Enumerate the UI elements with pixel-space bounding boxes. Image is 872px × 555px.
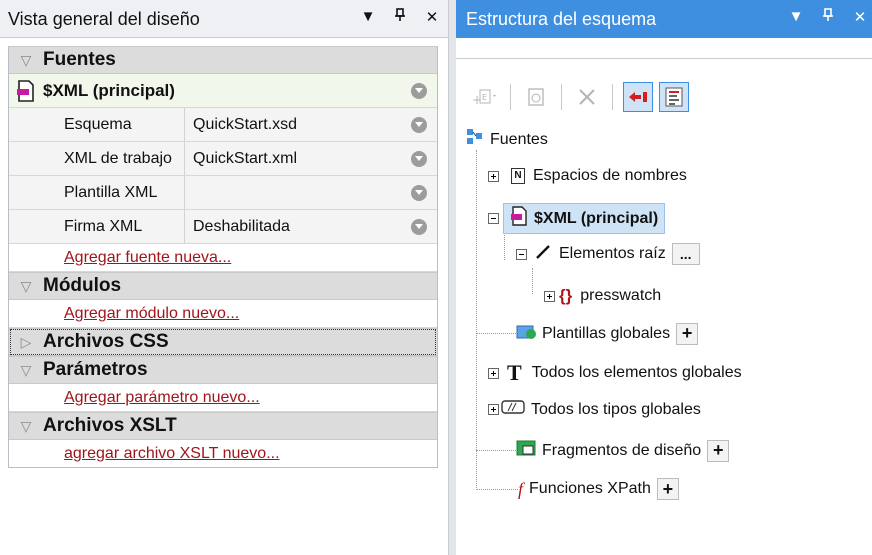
working-xml-menu-icon[interactable] (411, 150, 427, 167)
group-modulos[interactable]: ▽ Módulos (9, 272, 437, 300)
sync-left-icon[interactable] (623, 82, 653, 112)
add-xpath-function-button[interactable]: + (656, 478, 679, 500)
add-global-template-button[interactable]: + (676, 322, 699, 345)
dropdown-icon[interactable]: ▼ (788, 8, 804, 26)
tree-node-all-global-types[interactable]: Todos los tipos globales (488, 399, 701, 420)
source-main[interactable]: $XML (principal) (9, 74, 437, 108)
xpath-function-icon: f (518, 478, 524, 499)
add-source-row: Agregar fuente nueva... (9, 244, 437, 272)
sources-icon (466, 128, 484, 151)
tree-node-sources[interactable]: Fuentes (466, 128, 548, 151)
expand-icon[interactable] (544, 290, 555, 302)
prop-xml-signature[interactable]: Firma XML Deshabilitada (9, 210, 437, 244)
dropdown-icon[interactable]: ▼ (360, 8, 376, 26)
schema-menu-icon[interactable] (411, 116, 427, 133)
properties-icon[interactable] (521, 82, 551, 112)
group-css[interactable]: ▷ Archivos CSS (9, 328, 437, 356)
group-xslt[interactable]: ▽ Archivos XSLT (9, 412, 437, 440)
tree-node-xpath-functions[interactable]: f Funciones XPath + (518, 478, 679, 500)
element-braces-icon: {} (559, 286, 573, 305)
xml-source-icon (9, 79, 43, 102)
delete-icon[interactable] (572, 82, 602, 112)
global-templates-icon (516, 322, 538, 345)
pin-icon[interactable] (392, 8, 408, 26)
source-menu-icon[interactable] (411, 82, 427, 99)
collapse-icon[interactable] (488, 213, 499, 224)
schema-tree-title-bar: Estructura del esquema ▼ ✕ (456, 0, 872, 38)
add-element-icon[interactable]: + E (470, 82, 500, 112)
add-design-fragment-button[interactable]: + (707, 439, 730, 462)
add-xslt-row: agregar archivo XSLT nuevo... (9, 440, 437, 468)
add-xslt-link[interactable]: agregar archivo XSLT nuevo... (64, 445, 280, 463)
design-overview-title-bar: Vista general del diseño ▼ ✕ (0, 0, 448, 38)
tree-node-all-global-elements[interactable]: T Todos los elementos globales (488, 360, 742, 386)
more-button[interactable]: ... (671, 243, 700, 265)
sort-tree-icon[interactable] (659, 82, 689, 112)
add-param-row: Agregar parámetro nuevo... (9, 384, 437, 412)
tree-node-root-elements[interactable]: Elementos raíz ... (516, 243, 700, 265)
text-t-icon: T (507, 360, 522, 385)
xml-source-icon (510, 206, 528, 231)
prop-schema[interactable]: Esquema QuickStart.xsd (9, 108, 437, 142)
xml-template-menu-icon[interactable] (411, 184, 427, 201)
tree-node-namespaces[interactable]: N Espacios de nombres (488, 167, 687, 185)
tree-node-presswatch[interactable]: {} presswatch (544, 286, 661, 306)
close-icon[interactable]: ✕ (852, 8, 868, 26)
xml-signature-menu-icon[interactable] (411, 218, 427, 235)
schema-toolbar: + E (470, 80, 689, 114)
schema-tree-panel: Estructura del esquema ▼ ✕ + E Fuentes N… (456, 0, 872, 555)
prop-working-xml[interactable]: XML de trabajo QuickStart.xml (9, 142, 437, 176)
svg-text:E: E (482, 93, 487, 102)
prop-xml-template[interactable]: Plantilla XML (9, 176, 437, 210)
collapse-icon[interactable]: ▽ (9, 278, 43, 295)
design-overview-panel: Vista general del diseño ▼ ✕ ▽ Fuentes $… (0, 0, 448, 555)
design-fragments-icon (516, 438, 538, 463)
expand-icon[interactable] (488, 170, 499, 182)
expand-icon[interactable] (488, 367, 499, 379)
types-icon (501, 399, 525, 420)
close-icon[interactable]: ✕ (424, 8, 440, 26)
pin-icon[interactable] (820, 8, 836, 26)
slash-icon (535, 244, 551, 265)
add-param-link[interactable]: Agregar parámetro nuevo... (64, 389, 260, 407)
add-module-link[interactable]: Agregar módulo nuevo... (64, 305, 239, 323)
collapse-icon[interactable]: ▽ (9, 418, 43, 435)
overview-grid: ▽ Fuentes $XML (principal) Esquema Quick… (8, 46, 438, 468)
collapse-icon[interactable]: ▽ (9, 52, 43, 69)
panel-title: Estructura del esquema (466, 9, 657, 29)
panel-splitter[interactable] (448, 0, 456, 555)
collapse-icon[interactable]: ▽ (9, 362, 43, 379)
tree-node-global-templates[interactable]: Plantillas globales + (516, 322, 699, 345)
expand-icon[interactable]: ▷ (9, 334, 43, 351)
add-source-link[interactable]: Agregar fuente nueva... (64, 249, 231, 267)
tree-node-main-source[interactable]: $XML (principal) (488, 203, 666, 234)
collapse-icon[interactable] (516, 248, 527, 260)
svg-text:+: + (472, 93, 482, 107)
panel-title: Vista general del diseño (8, 9, 200, 29)
namespace-icon: N (511, 168, 525, 184)
tree-node-design-fragments[interactable]: Fragmentos de diseño + (516, 438, 730, 463)
group-parametros[interactable]: ▽ Parámetros (9, 356, 437, 384)
group-fuentes[interactable]: ▽ Fuentes (9, 46, 437, 74)
add-module-row: Agregar módulo nuevo... (9, 300, 437, 328)
expand-icon[interactable] (488, 404, 499, 415)
